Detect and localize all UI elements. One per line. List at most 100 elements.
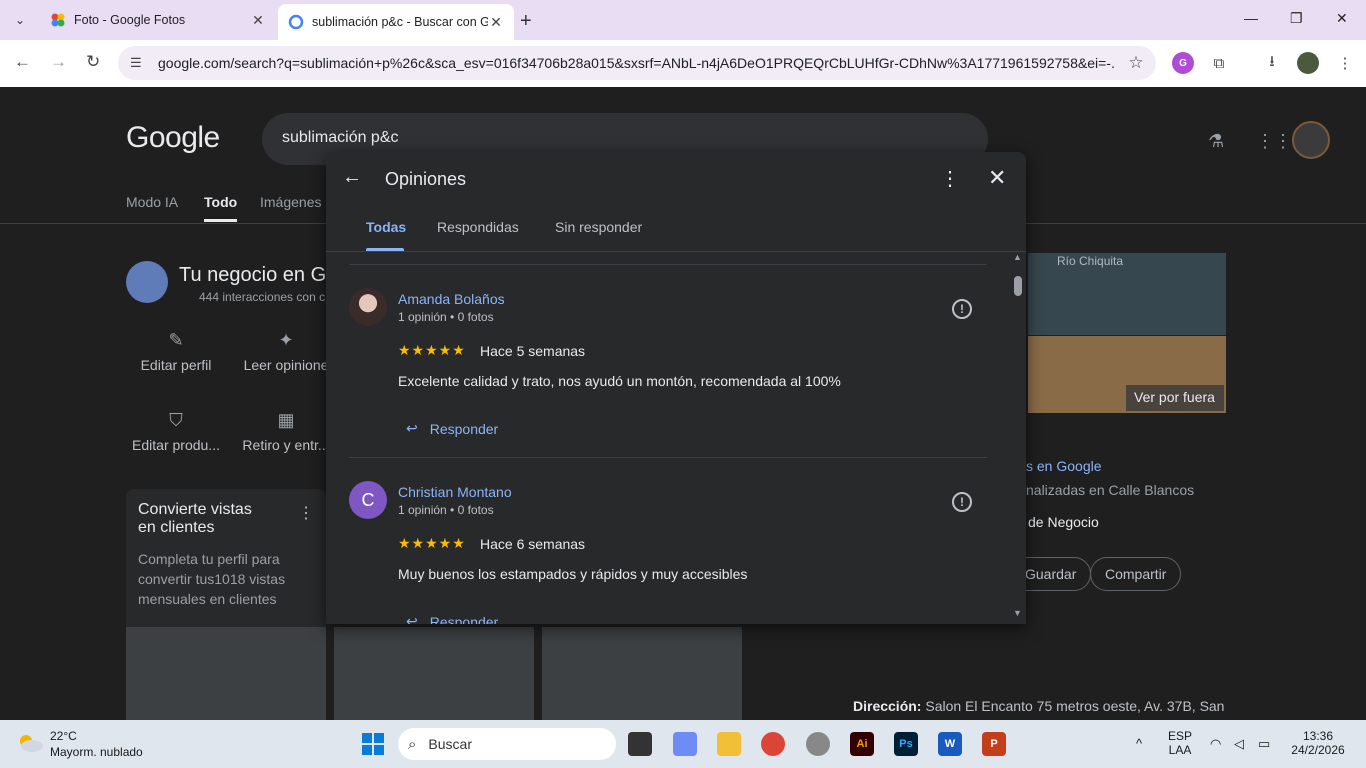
tab-todas[interactable]: Todas (366, 219, 406, 235)
report-flag-icon[interactable]: ! (952, 492, 972, 512)
back-arrow-icon[interactable]: ← (342, 166, 366, 189)
site-info-icon[interactable]: ☰ (130, 55, 148, 71)
tab-google-fotos[interactable]: Foto - Google Fotos ✕ (40, 4, 276, 36)
business-title: Tu negocio en G (179, 264, 327, 286)
url-text: google.com/search?q=sublimación+p%26c&sc… (158, 55, 1116, 71)
report-flag-icon[interactable]: ! (952, 299, 972, 319)
card-thumbnail[interactable] (542, 627, 742, 720)
powerpoint-icon[interactable]: P (982, 732, 1006, 756)
reply-button[interactable]: ↩ Responder (406, 613, 498, 624)
tab-title: Foto - Google Fotos (74, 13, 186, 27)
file-explorer-icon[interactable] (717, 732, 741, 756)
reviewer-name[interactable]: Amanda Bolaños (398, 291, 505, 307)
share-button[interactable]: Compartir (1090, 557, 1182, 591)
battery-icon[interactable]: ▭ (1258, 736, 1270, 752)
hidden-icons-chevron-icon[interactable]: ^ (1136, 736, 1142, 751)
more-vert-icon[interactable]: ⋮ (298, 503, 314, 523)
reviewer-avatar[interactable] (349, 288, 387, 326)
review-text: Muy buenos los estampados y rápidos y mu… (398, 566, 748, 582)
reply-label: Responder (429, 613, 499, 625)
reviews-dialog: ← Opiniones ⋮ ✕ Todas Respondidas Sin re… (326, 152, 1026, 624)
reload-icon[interactable]: ↻ (86, 52, 100, 72)
map-label: Río Chiquita (1057, 254, 1124, 268)
cloudy-weather-icon[interactable] (16, 732, 44, 754)
address-bar[interactable]: ☰ google.com/search?q=sublimación+p%26c&… (118, 46, 1156, 80)
back-icon[interactable]: ← (14, 52, 31, 72)
lang-code: ESP (1168, 729, 1193, 743)
reviewer-name[interactable]: Christian Montano (398, 484, 512, 500)
taskbar: 22°C Mayorm. nublado ⌕ Buscar Ai Ps W P … (0, 720, 1366, 768)
google-logo[interactable]: Google (126, 121, 220, 155)
chrome-icon[interactable] (761, 732, 785, 756)
pickup-delivery-button[interactable]: ▦ Retiro y entr... (231, 410, 341, 453)
read-reviews-label: Leer opinione (243, 357, 329, 373)
edit-profile-button[interactable]: ✎ Editar perfil (121, 330, 231, 373)
download-icon[interactable]: ⭳ (1261, 52, 1283, 74)
labs-flask-icon[interactable]: ⚗ (1208, 131, 1224, 152)
apps-grid-icon[interactable]: ⋮⋮ (1256, 131, 1292, 152)
extension-icon[interactable]: G (1172, 52, 1194, 74)
scroll-down-icon[interactable]: ▼ (1013, 608, 1022, 618)
start-windows-icon[interactable] (362, 733, 384, 755)
nav-todo[interactable]: Todo (204, 194, 237, 210)
nav-active-indicator (204, 219, 237, 222)
panel-line-1[interactable]: s en Google (1026, 458, 1102, 474)
nav-imagenes[interactable]: Imágenes (260, 194, 321, 210)
more-options-icon[interactable]: ⋮ (940, 166, 960, 191)
profile-avatar-icon[interactable] (1297, 52, 1319, 74)
card-thumbnail[interactable] (334, 627, 534, 720)
read-reviews-button[interactable]: ✦ Leer opinione (231, 330, 341, 373)
close-icon[interactable]: ✕ (988, 165, 1006, 191)
task-view-icon[interactable] (628, 732, 652, 756)
pickup-delivery-label: Retiro y entr... (242, 437, 330, 453)
language-indicator[interactable]: ESP LAA (1168, 729, 1192, 757)
close-window-icon[interactable]: ✕ (1336, 10, 1348, 27)
edit-products-label: Editar produ... (132, 437, 220, 453)
new-tab-icon[interactable]: + (520, 10, 532, 33)
address-value: Salon El Encanto 75 metros oeste, Av. 37… (925, 698, 1225, 714)
word-icon[interactable]: W (938, 732, 962, 756)
extensions-puzzle-icon[interactable]: ⧉ (1208, 52, 1230, 74)
maximize-icon[interactable]: ❐ (1290, 10, 1303, 27)
business-subtitle: 444 interacciones con c (199, 290, 326, 304)
nav-modo-ia[interactable]: Modo IA (126, 194, 178, 210)
reply-arrow-icon: ↩ (406, 420, 418, 436)
promo-card[interactable]: Convierte vistas en clientes Completa tu… (126, 489, 326, 629)
scroll-up-icon[interactable]: ▲ (1013, 252, 1022, 262)
taskbar-search-label: Buscar (428, 736, 472, 752)
close-tab-icon[interactable]: ✕ (250, 12, 266, 29)
forward-icon[interactable]: → (50, 52, 67, 72)
edit-products-button[interactable]: ⛉ Editar produ... (121, 410, 231, 453)
volume-icon[interactable]: ◁ (1234, 736, 1244, 752)
reviewer-avatar[interactable]: C (349, 481, 387, 519)
illustrator-icon[interactable]: Ai (850, 732, 874, 756)
temperature: 22°C (50, 729, 77, 743)
taskbar-search[interactable]: ⌕ Buscar (398, 728, 616, 760)
copilot-icon[interactable] (673, 732, 697, 756)
card-thumbnail[interactable] (126, 627, 326, 720)
google-g-icon (288, 14, 304, 30)
reviewer-meta: 1 opinión • 0 fotos (398, 503, 494, 517)
street-view-button[interactable]: Ver por fuera (1126, 385, 1224, 411)
photoshop-icon[interactable]: Ps (894, 732, 918, 756)
reply-button[interactable]: ↩ Responder (406, 420, 498, 437)
minimize-icon[interactable]: — (1244, 10, 1258, 26)
tab-respondidas[interactable]: Respondidas (437, 219, 519, 235)
app-icon[interactable] (806, 732, 830, 756)
wifi-icon[interactable]: ◠ (1210, 736, 1221, 752)
tab-google-search[interactable]: sublimación p&c - Buscar con Google ✕ (278, 4, 514, 40)
time: 13:36 (1302, 729, 1334, 743)
close-tab-icon[interactable]: ✕ (488, 14, 504, 31)
account-avatar[interactable] (1292, 121, 1330, 159)
chrome-menu-icon[interactable]: ⋮ (1334, 52, 1356, 74)
bookmark-star-icon[interactable]: ☆ (1116, 53, 1156, 73)
tab-search-chevron-icon[interactable]: ⌄ (8, 8, 32, 32)
tab-sin-responder[interactable]: Sin responder (555, 219, 642, 235)
clock[interactable]: 13:36 24/2/2026 (1290, 729, 1346, 757)
weather-desc: Mayorm. nublado (50, 745, 143, 759)
panel-line-2: nalizadas en Calle Blancos (1026, 482, 1195, 498)
tab-title: sublimación p&c - Buscar con Google (312, 15, 488, 29)
edit-profile-label: Editar perfil (140, 357, 212, 373)
review-time: Hace 5 semanas (480, 343, 586, 359)
scrollbar-thumb[interactable] (1014, 276, 1022, 296)
